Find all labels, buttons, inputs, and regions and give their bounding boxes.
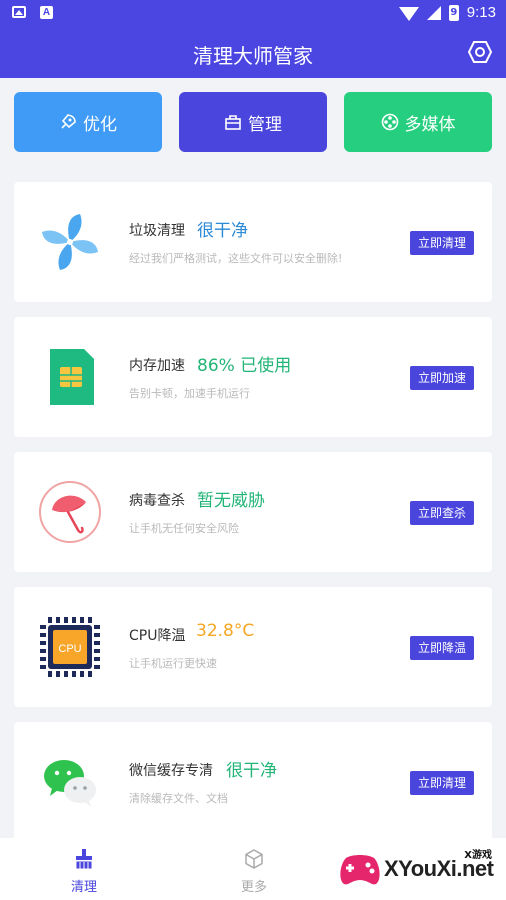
multimedia-label: 多媒体 xyxy=(404,114,456,135)
image-notification-icon xyxy=(12,6,26,18)
manage-button[interactable]: 管理 xyxy=(179,92,327,152)
card-title: 微信缓存专清 xyxy=(129,763,213,779)
junk-clean-card[interactable]: 垃圾清理 很干净 经过我们严格测试，这些文件可以安全删除! 立即清理 xyxy=(14,182,492,302)
card-status: 32.8°C xyxy=(196,621,255,641)
manage-label: 管理 xyxy=(248,114,282,135)
card-title: 内存加速 xyxy=(129,358,185,374)
card-status: 暂无威胁 xyxy=(197,491,265,511)
optimize-button[interactable]: 优化 xyxy=(14,92,162,152)
wifi-icon xyxy=(398,6,419,21)
wechat-clean-card[interactable]: 微信缓存专清 很干净 清除缓存文件、文档 立即清理 xyxy=(14,722,492,842)
film-reel-icon xyxy=(381,113,398,131)
toolbox-icon xyxy=(225,115,241,130)
card-description: 让手机运行更快速 xyxy=(129,657,217,670)
card-title: 垃圾清理 xyxy=(129,223,185,239)
status-time: 9:13 xyxy=(466,4,496,21)
a-notification-icon: A xyxy=(40,6,53,19)
card-title: 病毒查杀 xyxy=(129,493,185,509)
clean-now-button[interactable]: 立即清理 xyxy=(410,231,474,255)
battery-icon: 9 xyxy=(448,4,459,21)
card-status: 86% 已使用 xyxy=(197,356,292,376)
signal-icon xyxy=(426,5,441,20)
card-description: 让手机无任何安全风险 xyxy=(129,522,239,535)
cpu-icon-label: CPU xyxy=(58,643,81,655)
nav-more-label: 更多 xyxy=(240,880,267,895)
memory-boost-card[interactable]: 内存加速 86% 已使用 告别卡顿，加速手机运行 立即加速 xyxy=(14,317,492,437)
sim-chip-icon xyxy=(50,349,94,405)
nav-clean[interactable]: 清理 xyxy=(54,848,114,895)
cpu-icon: CPU xyxy=(40,617,100,677)
status-bar: A 9 9:13 xyxy=(0,0,506,28)
optimize-label: 优化 xyxy=(83,114,117,135)
cpu-cool-card[interactable]: CPU CPU降温 32.8°C 让手机运行更快速 立即降温 xyxy=(14,587,492,707)
wechat-clean-now-button[interactable]: 立即清理 xyxy=(410,771,474,795)
cool-now-button[interactable]: 立即降温 xyxy=(410,636,474,660)
card-status: 很干净 xyxy=(197,221,248,241)
virus-scan-card[interactable]: 病毒查杀 暂无威胁 让手机无任何安全风险 立即查杀 xyxy=(14,452,492,572)
card-description: 经过我们严格测试，这些文件可以安全删除! xyxy=(129,252,343,265)
cube-icon xyxy=(245,849,263,869)
watermark-text: XYouXi.net xyxy=(384,856,494,881)
nav-more[interactable]: 更多 xyxy=(224,848,284,895)
pinwheel-icon xyxy=(42,214,98,270)
app-header: 清理大师管家 xyxy=(0,28,506,78)
boost-now-button[interactable]: 立即加速 xyxy=(410,366,474,390)
quick-tabs: 优化 管理 多媒体 xyxy=(14,92,492,154)
gamepad-logo-icon xyxy=(340,855,380,885)
rocket-icon xyxy=(61,114,76,129)
broom-icon xyxy=(75,849,93,870)
scan-now-button[interactable]: 立即查杀 xyxy=(410,501,474,525)
settings-gear-icon[interactable] xyxy=(468,40,492,64)
card-description: 清除缓存文件、文档 xyxy=(129,792,228,805)
watermark: X游戏 XYouXi.net xyxy=(334,840,506,900)
umbrella-icon xyxy=(39,481,101,543)
wechat-icon xyxy=(44,760,96,807)
card-title: CPU降温 xyxy=(129,628,186,644)
card-status: 很干净 xyxy=(226,761,277,781)
multimedia-button[interactable]: 多媒体 xyxy=(344,92,492,152)
card-description: 告别卡顿，加速手机运行 xyxy=(129,387,250,400)
page-title: 清理大师管家 xyxy=(193,44,313,68)
nav-clean-label: 清理 xyxy=(70,880,97,895)
